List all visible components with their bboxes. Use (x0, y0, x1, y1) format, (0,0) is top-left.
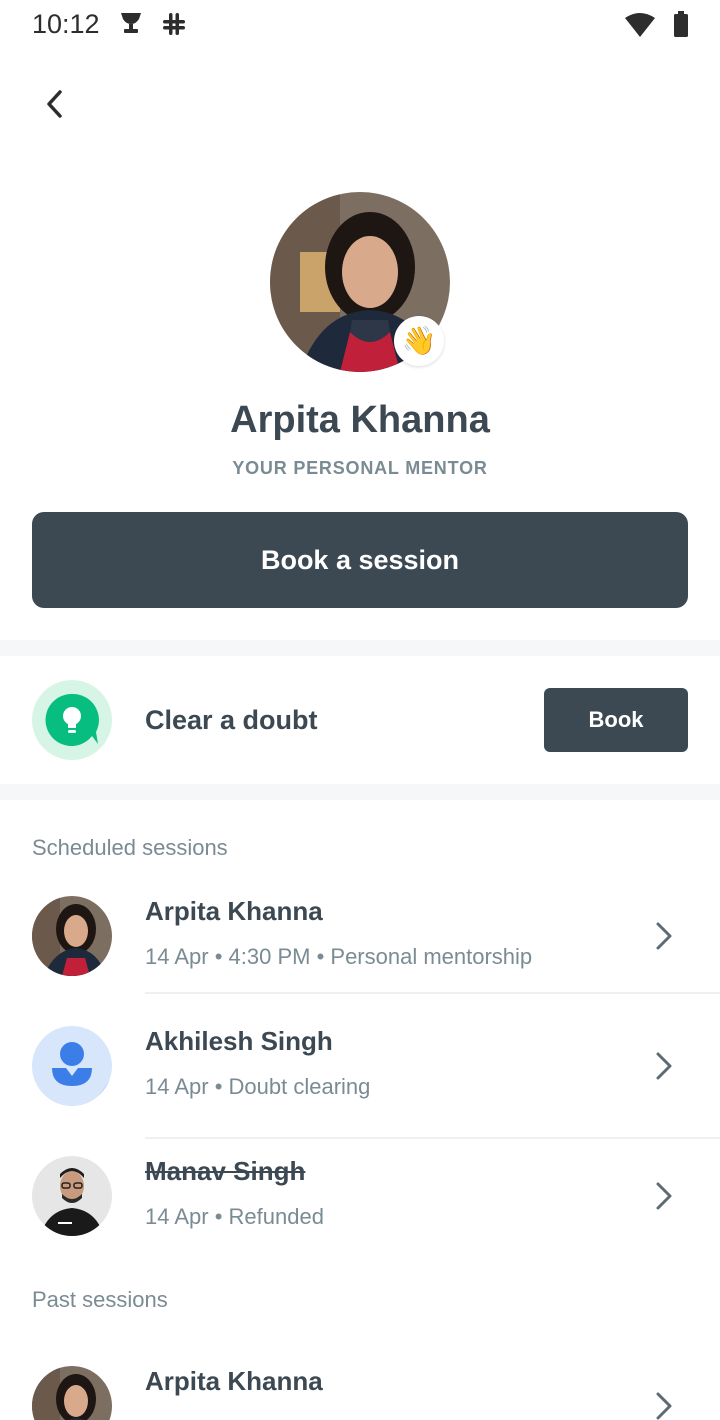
session-meta: 14 Apr • Doubt clearing (145, 1074, 371, 1099)
book-session-button[interactable]: Book a session (32, 512, 688, 608)
trophy-icon (121, 13, 141, 33)
session-row[interactable]: Arpita Khanna (0, 1366, 720, 1420)
doubt-icon-container (32, 680, 112, 760)
chevron-right-icon (656, 1052, 672, 1080)
avatar (32, 1156, 112, 1236)
session-meta: 14 Apr • 4:30 PM • Personal mentorship (145, 944, 533, 969)
session-mentor-name: Akhilesh Singh (145, 1026, 333, 1056)
scheduled-sessions-title: Scheduled sessions (32, 835, 228, 860)
chevron-right-icon (656, 922, 672, 950)
chevron-right-icon (656, 1182, 672, 1210)
slack-icon (163, 13, 185, 35)
session-meta: 14 Apr • Refunded (145, 1204, 324, 1229)
avatar (32, 1026, 112, 1106)
mentor-name: Arpita Khanna (230, 399, 490, 441)
row-divider (145, 1137, 720, 1139)
section-divider (0, 640, 720, 656)
session-row[interactable]: Manav Singh 14 Apr • Refunded (0, 1156, 720, 1286)
clear-doubt-label: Clear a doubt (145, 705, 318, 735)
book-doubt-button[interactable]: Book (544, 688, 688, 752)
wifi-icon (625, 13, 655, 37)
session-mentor-name: Manav Singh (145, 1156, 306, 1186)
status-time: 10:12 (32, 9, 100, 39)
battery-icon (674, 11, 688, 37)
session-row[interactable]: Arpita Khanna 14 Apr • 4:30 PM • Persona… (0, 896, 720, 1026)
avatar (32, 896, 112, 976)
session-mentor-name: Arpita Khanna (145, 1366, 323, 1396)
mentor-subtitle: YOUR PERSONAL MENTOR (232, 458, 488, 478)
avatar (32, 1366, 112, 1420)
session-mentor-name: Arpita Khanna (145, 896, 323, 926)
chevron-right-icon (656, 1392, 672, 1420)
section-divider (0, 784, 720, 800)
lightbulb-chat-icon (45, 693, 99, 746)
wave-emoji-badge: 👋 (394, 316, 444, 366)
row-divider (145, 992, 720, 994)
past-sessions-title: Past sessions (32, 1287, 168, 1312)
back-button[interactable] (36, 84, 76, 124)
